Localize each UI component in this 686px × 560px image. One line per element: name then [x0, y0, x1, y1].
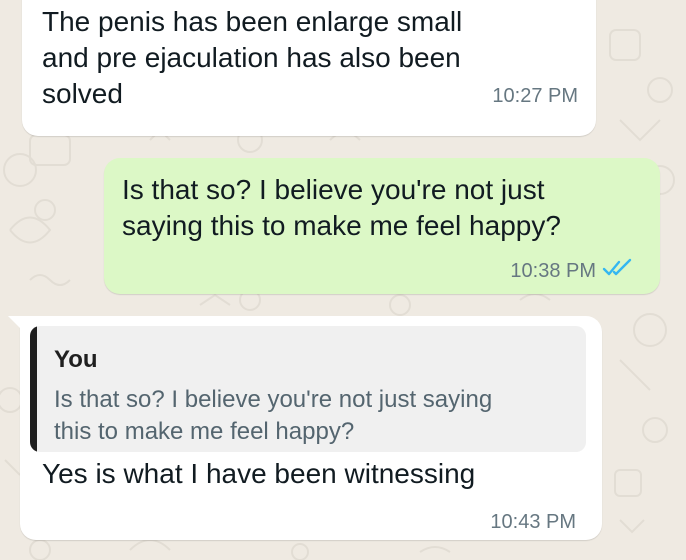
- message-text: Is that so? I believe you're not just sa…: [122, 174, 561, 241]
- message-time: 10:43 PM: [490, 511, 576, 533]
- quoted-message[interactable]: You Is that so? I believe you're not jus…: [30, 326, 586, 452]
- message-time: 10:38 PM: [510, 260, 596, 282]
- message-meta: 10:38 PM: [510, 258, 634, 284]
- message-bubble-incoming-reply[interactable]: You Is that so? I believe you're not jus…: [8, 316, 602, 540]
- quote-text: Is that so? I believe you're not just sa…: [54, 386, 493, 445]
- quote-author: You: [54, 346, 98, 373]
- message-bubble-incoming[interactable]: The penis has been enlarge small and pre…: [22, 0, 596, 136]
- message-bubble-outgoing[interactable]: Is that so? I believe you're not just sa…: [104, 158, 660, 294]
- message-meta: 10:27 PM: [492, 84, 578, 108]
- chat-screen: { "colors": { "background": "#efeae2", "…: [0, 0, 686, 560]
- message-time: 10:27 PM: [492, 85, 578, 107]
- quote-accent-bar: [30, 326, 37, 452]
- message-text: Yes is what I have been witnessing: [42, 458, 476, 489]
- double-check-read-icon: [602, 258, 634, 284]
- message-meta: 10:43 PM: [490, 510, 576, 534]
- bubble-tail: [8, 316, 22, 330]
